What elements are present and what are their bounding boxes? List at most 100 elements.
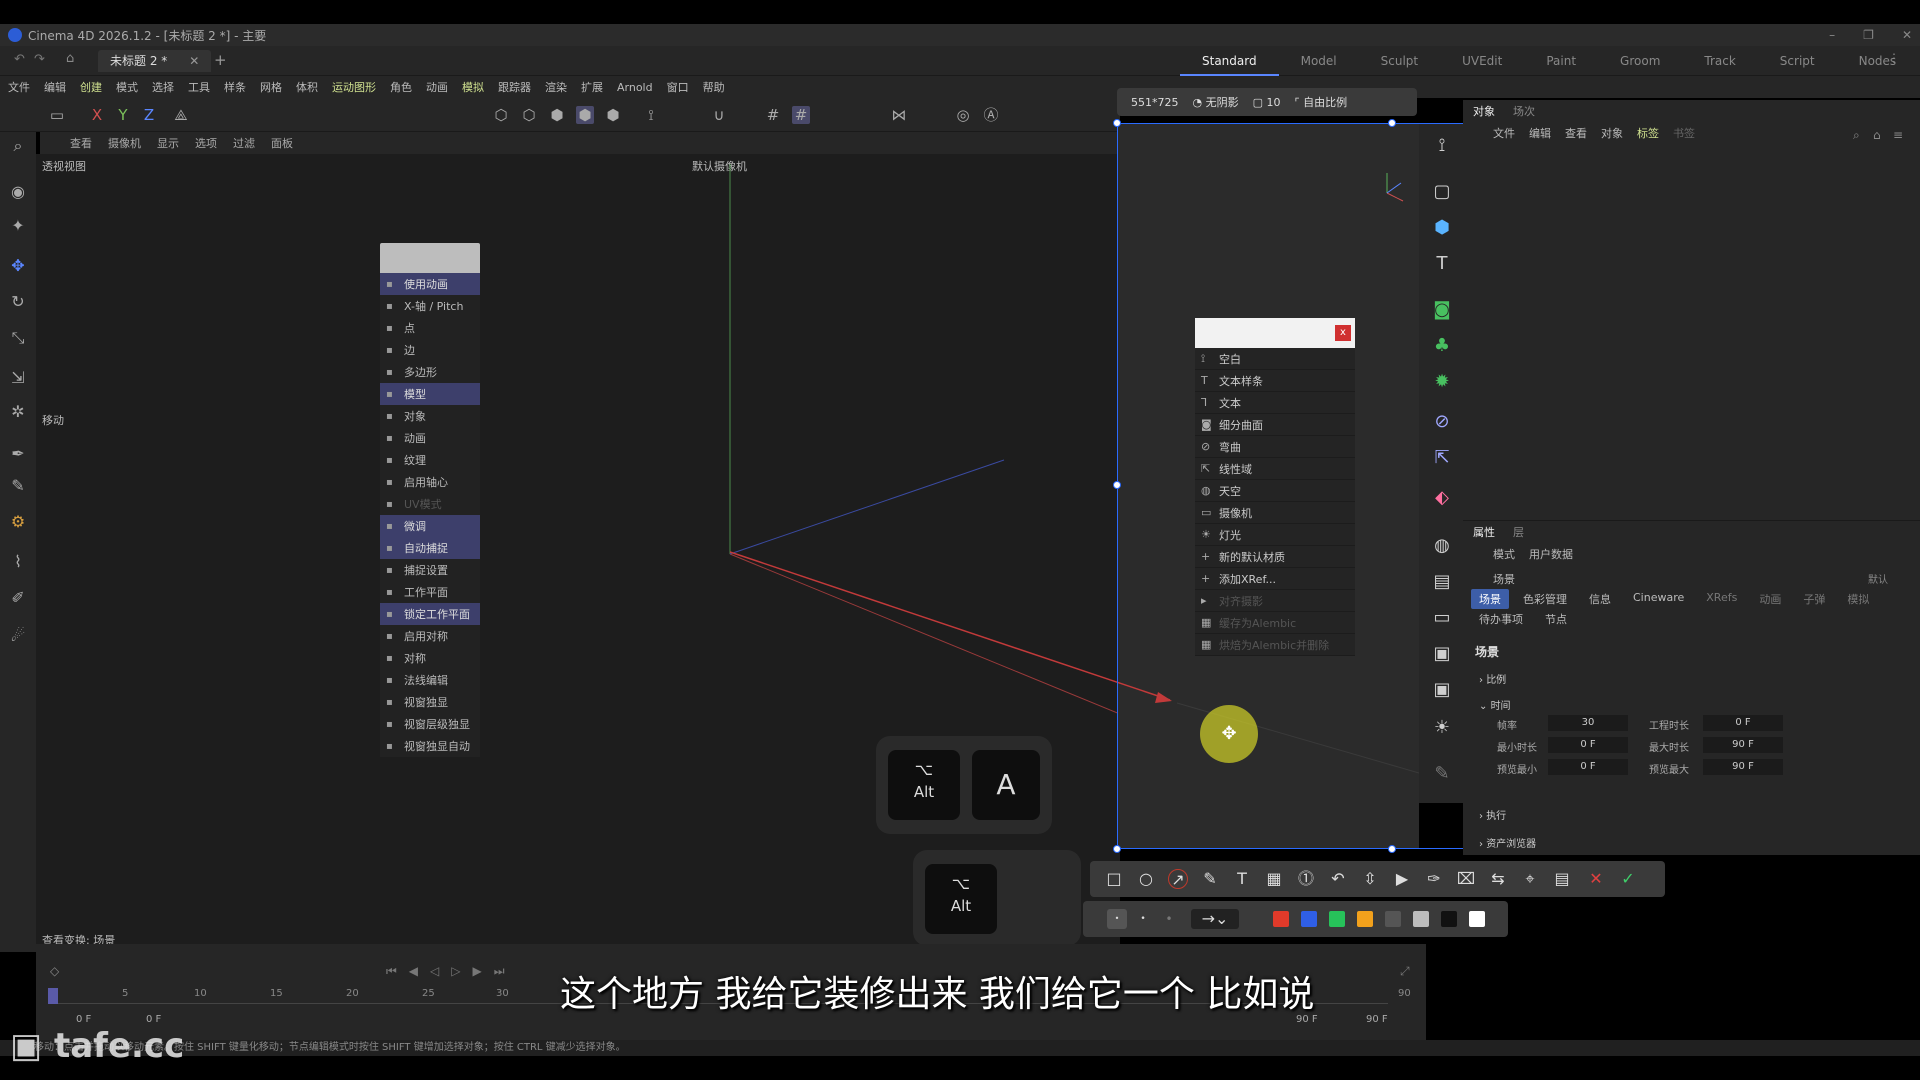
lock-workplane-icon[interactable]: # — [792, 106, 810, 124]
minimize-button[interactable]: – — [1829, 24, 1835, 46]
context-menu-item[interactable]: ▪ 启用轴心 — [380, 471, 480, 493]
handle-top-left[interactable] — [1113, 119, 1121, 127]
points-mode-icon[interactable]: ⬡ — [492, 106, 510, 124]
view-menu-display[interactable]: 显示 — [157, 135, 179, 151]
chip-xrefs[interactable]: XRefs — [1698, 589, 1745, 609]
y-axis-toggle[interactable]: Y — [114, 106, 132, 124]
axis-icon[interactable]: ⟟ — [642, 106, 660, 124]
preview-end-frame[interactable]: 90 F — [1366, 1014, 1388, 1025]
context-menu-item[interactable]: ▪ 纹理 — [380, 449, 480, 471]
transform-tool-icon[interactable]: ⇲ — [8, 368, 28, 388]
scale-tool-icon[interactable]: ⤡ — [8, 328, 28, 348]
om-filter-icon[interactable]: ≡ — [1893, 128, 1903, 142]
om-menu-file[interactable]: 文件 — [1493, 125, 1515, 141]
knife-tool-icon[interactable]: ⚙ — [8, 512, 28, 532]
rectangle-tool-icon[interactable]: □ — [1104, 869, 1124, 889]
redo-icon[interactable]: ↷ — [34, 52, 45, 67]
edges-mode-icon[interactable]: ⬡ — [520, 106, 538, 124]
menu-edit[interactable]: 编辑 — [44, 79, 66, 95]
layout-standard[interactable]: Standard — [1180, 46, 1279, 76]
context-menu-item[interactable]: ▪ 对称 — [380, 647, 480, 669]
om-search-icon[interactable]: ⌕ — [1853, 128, 1860, 143]
color-swatch-blue[interactable] — [1301, 911, 1317, 927]
workplane-grid-icon[interactable]: # — [764, 106, 782, 124]
stroke-small-icon[interactable]: • — [1107, 909, 1127, 929]
undo-icon-annot[interactable]: ↶ — [1328, 869, 1348, 889]
group-scale[interactable]: › 比例 — [1479, 671, 1506, 686]
model-mode-icon[interactable]: ⬢ — [576, 106, 594, 124]
ratio-select[interactable]: ⌜ 自由比例 — [1295, 94, 1348, 110]
maximize-button[interactable]: ❐ — [1863, 24, 1874, 46]
menu-mode[interactable]: 模式 — [116, 79, 138, 95]
chip-animation[interactable]: 动画 — [1751, 589, 1789, 609]
keyframe-diamond-icon[interactable]: ◇ — [50, 964, 59, 978]
timeline-expand-icon[interactable]: ⤢ — [1400, 964, 1410, 979]
view-menu-view[interactable]: 查看 — [70, 135, 92, 151]
tab-objects[interactable]: 对象 — [1473, 103, 1495, 119]
max-time-field[interactable]: 90 F — [1703, 737, 1783, 753]
project-length-field[interactable]: 0 F — [1703, 715, 1783, 731]
start-frame[interactable]: 0 F — [76, 1014, 91, 1025]
chip-simulation[interactable]: 模拟 — [1839, 589, 1877, 609]
group-time[interactable]: ⌄ 时间 — [1479, 697, 1511, 712]
color-swatch-white[interactable] — [1469, 911, 1485, 927]
pen-tool-icon[interactable]: ✒ — [8, 444, 28, 464]
confirm-button[interactable]: ✓ — [1618, 869, 1638, 889]
menu-file[interactable]: 文件 — [8, 79, 30, 95]
layout-groom[interactable]: Groom — [1598, 46, 1682, 76]
arrow-tool-icon[interactable]: ↗ — [1168, 869, 1188, 889]
chip-todo[interactable]: 待办事项 — [1471, 609, 1531, 629]
menu-select[interactable]: 选择 — [152, 79, 174, 95]
x-axis-toggle[interactable]: X — [88, 106, 106, 124]
am-preset[interactable]: 默认 — [1868, 571, 1888, 586]
color-swatch-orange[interactable] — [1357, 911, 1373, 927]
context-menu-item[interactable]: ▪ 对象 — [380, 405, 480, 427]
rotate-tool-icon[interactable]: ↻ — [8, 292, 28, 312]
om-menu-object[interactable]: 对象 — [1601, 125, 1623, 141]
layout-uvedit[interactable]: UVEdit — [1440, 46, 1524, 76]
menu-help[interactable]: 帮助 — [703, 79, 725, 95]
undo-history-icon[interactable]: ▭ — [48, 106, 66, 124]
sculpt-tool-icon[interactable]: ☄ — [8, 626, 28, 646]
context-menu-item[interactable]: ▪ 自动捕捉 — [380, 537, 480, 559]
group-asset-browser[interactable]: › 资产浏览器 — [1479, 835, 1536, 850]
current-frame[interactable]: 0 F — [146, 1014, 161, 1025]
context-menu-item[interactable]: ▪ 视窗独显 — [380, 691, 480, 713]
view-menu-filter[interactable]: 过滤 — [233, 135, 255, 151]
pin-icon[interactable]: ✑ — [1424, 869, 1444, 889]
undo-icon[interactable]: ↶ — [14, 52, 25, 67]
context-menu-item[interactable]: ▪ 锁定工作平面 — [380, 603, 480, 625]
new-tab-icon[interactable]: + — [214, 51, 227, 69]
handle-top[interactable] — [1388, 119, 1396, 127]
tab-layers[interactable]: 层 — [1513, 524, 1524, 540]
select-tool-icon[interactable]: ◉ — [8, 182, 28, 202]
om-menu-edit[interactable]: 编辑 — [1529, 125, 1551, 141]
handle-bottom[interactable] — [1388, 845, 1396, 853]
menu-window[interactable]: 窗口 — [667, 79, 689, 95]
color-swatch-green[interactable] — [1329, 911, 1345, 927]
scan-icon[interactable]: ⌖ — [1520, 869, 1540, 889]
am-menu-userdata[interactable]: 用户数据 — [1529, 546, 1573, 562]
record-icon[interactable]: ▶ — [1392, 869, 1412, 889]
layout-model[interactable]: Model — [1279, 46, 1359, 76]
layout-paint[interactable]: Paint — [1524, 46, 1598, 76]
om-menu-tags[interactable]: 标签 — [1637, 125, 1659, 141]
text-tool-icon[interactable]: T — [1232, 869, 1252, 889]
handle-bottom-left[interactable] — [1113, 845, 1121, 853]
close-tab-icon[interactable]: ✕ — [189, 54, 199, 68]
chip-scene[interactable]: 场景 — [1471, 589, 1509, 609]
render-icon[interactable]: Ⓐ — [982, 106, 1000, 124]
context-menu-item[interactable]: ▪ 视窗层级独显 — [380, 713, 480, 735]
context-menu-item[interactable]: ▪ 动画 — [380, 427, 480, 449]
playhead[interactable] — [48, 988, 58, 1004]
arrow-style-select[interactable]: →⌄ — [1191, 909, 1239, 929]
menu-simulate[interactable]: 模拟 — [462, 79, 484, 95]
brush-tool-icon[interactable]: ⌇ — [8, 552, 28, 572]
paint-tool-icon[interactable]: ✐ — [8, 588, 28, 608]
preview-min-field[interactable]: 0 F — [1548, 759, 1628, 775]
preview-max-field[interactable]: 90 F — [1703, 759, 1783, 775]
handle-left[interactable] — [1113, 481, 1121, 489]
pen-tool-icon[interactable]: ✎ — [1200, 869, 1220, 889]
ocr-icon[interactable]: ⌧ — [1456, 869, 1476, 889]
stroke-large-icon[interactable]: • — [1159, 909, 1179, 929]
